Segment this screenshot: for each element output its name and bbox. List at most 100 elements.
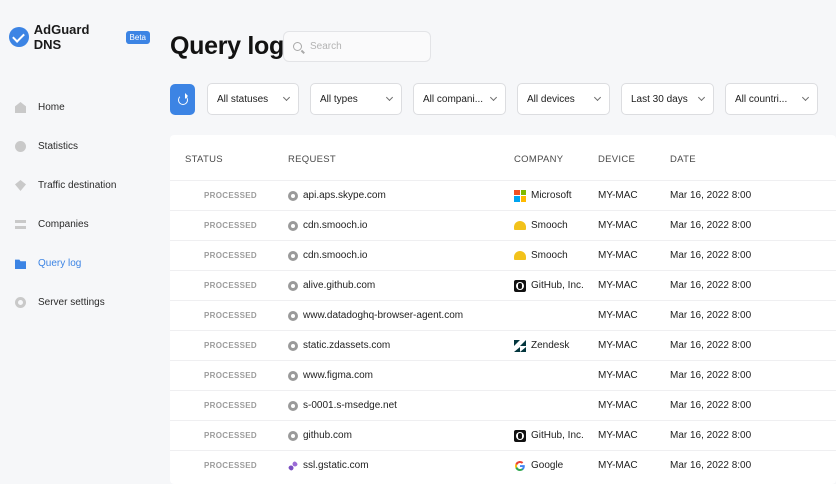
date-cell: Mar 16, 2022 8:00 bbox=[670, 220, 752, 231]
request-domain: www.datadoghq-browser-agent.com bbox=[303, 310, 464, 321]
table-row[interactable]: PROCESSED cdn.smooch.io Smooch MY-MAC Mar 16… bbox=[170, 210, 836, 240]
request-favicon-icon bbox=[288, 370, 298, 381]
query-log-table: STATUS REQUEST COMPANY DEVICE DATE PROCE… bbox=[170, 135, 836, 484]
status-badge: PROCESSED bbox=[204, 311, 257, 320]
request-domain: api.aps.skype.com bbox=[303, 190, 386, 201]
device-cell: MY-MAC bbox=[598, 340, 638, 351]
status-badge: PROCESSED bbox=[204, 341, 257, 350]
main-content: Query log All statuses All types All com… bbox=[150, 0, 836, 484]
company-cell: GitHub, Inc. bbox=[514, 421, 584, 450]
status-badge: PROCESSED bbox=[204, 431, 257, 440]
chevron-down-icon bbox=[593, 93, 602, 102]
table-row[interactable]: PROCESSED s-0001.s-msedge.net MY-MAC Mar 16… bbox=[170, 390, 836, 420]
date-cell: Mar 16, 2022 8:00 bbox=[670, 340, 752, 351]
request-cell: alive.github.com bbox=[288, 271, 375, 300]
device-cell: MY-MAC bbox=[598, 430, 638, 441]
filter-status-dropdown[interactable]: All statuses bbox=[207, 83, 299, 115]
refresh-button[interactable] bbox=[170, 84, 195, 115]
device-cell: MY-MAC bbox=[598, 250, 638, 261]
table-row[interactable]: PROCESSED www.datadoghq-browser-agent.com… bbox=[170, 300, 836, 330]
request-cell: cdn.smooch.io bbox=[288, 211, 367, 240]
search-input[interactable] bbox=[310, 41, 420, 52]
chevron-down-icon bbox=[801, 93, 810, 102]
sidebar-nav: Home Statistics Traffic destination Comp… bbox=[0, 88, 150, 322]
request-cell: github.com bbox=[288, 421, 352, 450]
filter-label: All countri... bbox=[735, 93, 788, 105]
status-badge: PROCESSED bbox=[204, 191, 257, 200]
date-cell: Mar 16, 2022 8:00 bbox=[670, 430, 752, 441]
company-cell: Google bbox=[514, 451, 563, 480]
google-logo-icon bbox=[515, 460, 525, 471]
table-row[interactable]: PROCESSED alive.github.com GitHub, Inc. MY-… bbox=[170, 270, 836, 300]
query-log-icon bbox=[15, 259, 26, 269]
column-header-request[interactable]: REQUEST bbox=[288, 154, 336, 165]
status-badge: PROCESSED bbox=[204, 371, 257, 380]
request-domain: www.figma.com bbox=[303, 370, 374, 381]
sidebar-item-server-settings[interactable]: Server settings bbox=[0, 283, 150, 322]
table-row[interactable]: PROCESSED static.zdassets.com Zendesk MY-MA… bbox=[170, 330, 836, 360]
status-badge: PROCESSED bbox=[204, 281, 257, 290]
request-favicon-icon bbox=[288, 400, 298, 411]
status-badge: PROCESSED bbox=[204, 251, 257, 260]
request-favicon-icon bbox=[288, 430, 298, 441]
status-badge: PROCESSED bbox=[204, 221, 257, 230]
column-header-device[interactable]: DEVICE bbox=[598, 154, 635, 165]
request-favicon-icon bbox=[288, 220, 298, 231]
sidebar-item-statistics[interactable]: Statistics bbox=[0, 127, 150, 166]
sidebar-item-home[interactable]: Home bbox=[0, 88, 150, 127]
smooch-logo-icon bbox=[514, 221, 526, 230]
date-cell: Mar 16, 2022 8:00 bbox=[670, 190, 752, 201]
sidebar-item-label: Traffic destination bbox=[38, 180, 117, 191]
sidebar-item-traffic-destination[interactable]: Traffic destination bbox=[0, 166, 150, 205]
brand-name: AdGuard DNS bbox=[33, 22, 90, 52]
sidebar-item-label: Home bbox=[38, 102, 65, 113]
column-header-company[interactable]: COMPANY bbox=[514, 154, 563, 165]
request-favicon-icon bbox=[288, 280, 298, 291]
page-title: Query log bbox=[170, 32, 284, 60]
table-row[interactable]: PROCESSED www.figma.com MY-MAC Mar 16, 2022… bbox=[170, 360, 836, 390]
date-cell: Mar 16, 2022 8:00 bbox=[670, 250, 752, 261]
table-row[interactable]: PROCESSED github.com GitHub, Inc. MY-MAC Mar… bbox=[170, 420, 836, 450]
filter-type-dropdown[interactable]: All types bbox=[310, 83, 402, 115]
request-favicon-icon bbox=[288, 340, 298, 351]
sidebar-item-companies[interactable]: Companies bbox=[0, 205, 150, 244]
request-domain: github.com bbox=[303, 430, 352, 441]
table-row[interactable]: PROCESSED api.aps.skype.com Microsoft MY-MA… bbox=[170, 180, 836, 210]
filter-device-dropdown[interactable]: All devices bbox=[517, 83, 610, 115]
request-cell: ssl.gstatic.com bbox=[288, 451, 369, 480]
filter-date-range-dropdown[interactable]: Last 30 days bbox=[621, 83, 714, 115]
chevron-down-icon bbox=[282, 93, 291, 102]
company-cell: Smooch bbox=[514, 211, 568, 240]
company-name: GitHub, Inc. bbox=[531, 430, 584, 441]
sidebar-item-query-log[interactable]: Query log bbox=[0, 244, 150, 283]
filter-company-dropdown[interactable]: All compani... bbox=[413, 83, 506, 115]
brand-logo[interactable]: AdGuard DNS Beta bbox=[9, 22, 150, 52]
device-cell: MY-MAC bbox=[598, 310, 638, 321]
device-cell: MY-MAC bbox=[598, 460, 638, 471]
statistics-icon bbox=[15, 141, 26, 152]
home-icon bbox=[15, 102, 26, 113]
column-header-status[interactable]: STATUS bbox=[185, 154, 223, 165]
device-cell: MY-MAC bbox=[598, 220, 638, 231]
zendesk-logo-icon bbox=[514, 339, 526, 352]
chevron-down-icon bbox=[697, 93, 706, 102]
company-cell: Smooch bbox=[514, 241, 568, 270]
beta-badge: Beta bbox=[125, 30, 150, 44]
github-logo-icon bbox=[514, 429, 526, 442]
filter-country-dropdown[interactable]: All countri... bbox=[725, 83, 818, 115]
server-settings-icon bbox=[15, 297, 26, 308]
date-cell: Mar 16, 2022 8:00 bbox=[670, 460, 752, 471]
device-cell: MY-MAC bbox=[598, 190, 638, 201]
device-cell: MY-MAC bbox=[598, 280, 638, 291]
status-badge: PROCESSED bbox=[204, 461, 257, 470]
search-box[interactable] bbox=[283, 31, 431, 62]
filter-label: Last 30 days bbox=[631, 93, 688, 105]
smooch-logo-icon bbox=[514, 251, 526, 260]
table-row[interactable]: PROCESSED ssl.gstatic.com Google MY-MAC Mar … bbox=[170, 450, 836, 480]
column-header-date[interactable]: DATE bbox=[670, 154, 696, 165]
company-cell: Zendesk bbox=[514, 331, 569, 360]
filter-label: All statuses bbox=[217, 93, 269, 105]
device-cell: MY-MAC bbox=[598, 400, 638, 411]
request-favicon-icon bbox=[288, 250, 298, 261]
table-row[interactable]: PROCESSED cdn.smooch.io Smooch MY-MAC Mar 16… bbox=[170, 240, 836, 270]
